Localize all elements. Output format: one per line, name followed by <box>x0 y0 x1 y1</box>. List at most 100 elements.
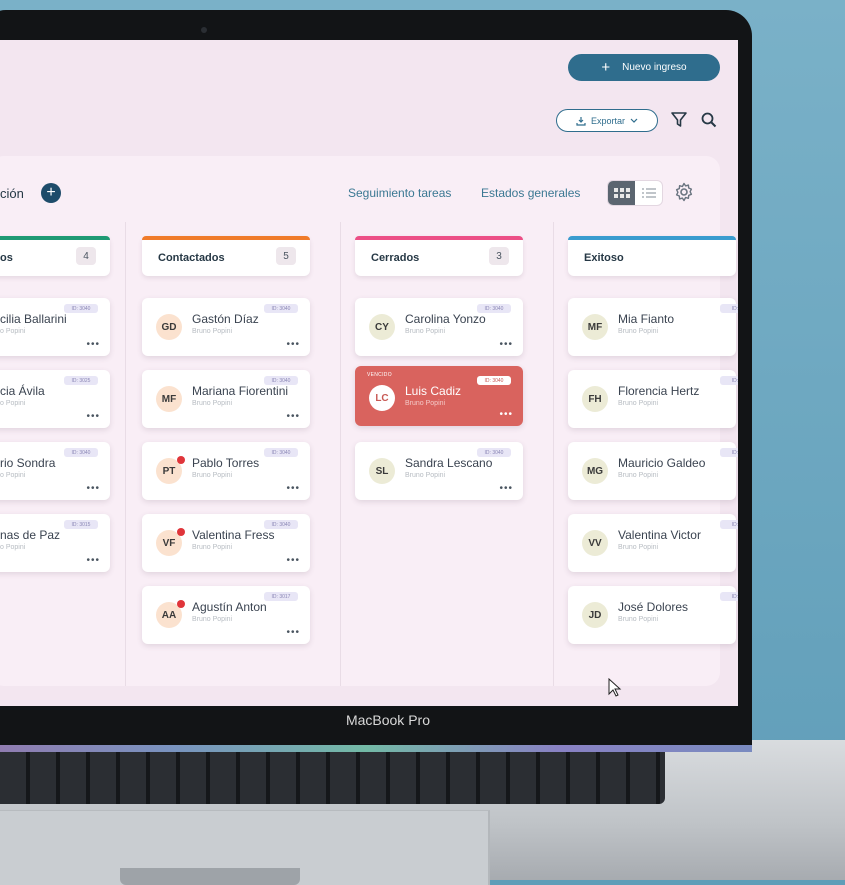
more-icon[interactable]: ••• <box>86 556 100 566</box>
column-title: os <box>0 252 13 264</box>
lead-owner: Bruno Popini <box>618 400 659 407</box>
lead-name: Carolina Yonzo <box>405 312 486 326</box>
lead-owner: Bruno Popini <box>618 616 659 623</box>
lead-owner: Bruno Popini <box>192 400 233 407</box>
board-view-button[interactable] <box>608 181 635 205</box>
new-entry-button[interactable]: + Nuevo ingreso <box>568 54 720 81</box>
column-color-bar <box>355 236 523 240</box>
lead-card[interactable]: ID: 3 VV Valentina Victor Bruno Popini <box>568 514 738 572</box>
lead-id-tag: ID: 3040 <box>477 376 511 385</box>
lead-card[interactable]: ID: 3015 nas de Paz o Popini ••• <box>0 514 110 572</box>
lead-card[interactable]: ID: 3040 SL Sandra Lescano Bruno Popini … <box>355 442 523 500</box>
avatar: CY <box>369 314 395 340</box>
lead-owner: o Popini <box>0 544 26 551</box>
search-icon[interactable] <box>700 110 718 130</box>
list-view-button[interactable] <box>635 181 662 205</box>
avatar: MF <box>582 314 608 340</box>
lead-id-tag: ID: 3 <box>720 448 738 457</box>
more-icon[interactable]: ••• <box>286 628 300 638</box>
column-header-3[interactable]: Exitoso <box>568 236 736 276</box>
download-icon <box>576 116 586 126</box>
more-icon[interactable]: ••• <box>499 410 513 420</box>
lead-owner: o Popini <box>0 328 26 335</box>
lead-card[interactable]: ID: 3040 VF Valentina Fress Bruno Popini… <box>142 514 310 572</box>
export-button[interactable]: Exportar <box>556 109 658 132</box>
lead-name: José Dolores <box>618 600 689 614</box>
lead-id-tag: ID: 3040 <box>64 448 98 457</box>
lead-id-tag: ID: 3 <box>720 592 738 601</box>
more-icon[interactable]: ••• <box>286 484 300 494</box>
lead-id-tag: ID: 3 <box>720 304 738 313</box>
lead-card[interactable]: ID: 3 FH Florencia Hertz Bruno Popini <box>568 370 738 428</box>
mouse-cursor-icon <box>608 678 622 697</box>
export-label: Exportar <box>590 115 625 126</box>
more-icon[interactable]: ••• <box>86 412 100 422</box>
lead-name: Agustín Anton <box>192 600 267 614</box>
lead-name: Valentina Victor <box>618 528 701 542</box>
filter-icon[interactable] <box>670 110 688 130</box>
lead-name: Luis Cadiz <box>405 384 462 398</box>
lead-owner: Bruno Popini <box>192 472 233 479</box>
tab-task-tracking[interactable]: Seguimiento tareas <box>348 186 451 200</box>
lead-name: Gastón Díaz <box>192 312 259 326</box>
camera-icon <box>201 27 207 33</box>
gear-icon[interactable] <box>674 182 694 202</box>
column-header-1[interactable]: Contactados 5 <box>142 236 310 276</box>
lead-card-overdue[interactable]: VENCIDO ID: 3040 LC Luis Cadiz Bruno Pop… <box>355 366 523 426</box>
add-column-button[interactable]: + <box>41 183 61 203</box>
column-count: 5 <box>276 247 296 265</box>
lead-card[interactable]: ID: 3040 MF Mariana Fiorentini Bruno Pop… <box>142 370 310 428</box>
lead-card[interactable]: ID: 3 MF Mia Fianto Bruno Popini <box>568 298 738 356</box>
lead-card[interactable]: ID: 3040 rio Sondra o Popini ••• <box>0 442 110 500</box>
column-divider <box>125 222 126 686</box>
avatar: JD <box>582 602 608 628</box>
lead-owner: Bruno Popini <box>618 472 659 479</box>
lead-name: Mauricio Galdeo <box>618 456 706 470</box>
lead-owner: Bruno Popini <box>618 544 659 551</box>
device-label: MacBook Pro <box>345 712 430 728</box>
column-title: Cerrados <box>371 252 420 264</box>
lead-card[interactable]: ID: 3 MG Mauricio Galdeo Bruno Popini <box>568 442 738 500</box>
column-title: Contactados <box>158 252 225 264</box>
more-icon[interactable]: ••• <box>86 340 100 350</box>
lead-card[interactable]: ID: 3 JD José Dolores Bruno Popini <box>568 586 738 644</box>
column-count: 4 <box>76 247 96 265</box>
more-icon[interactable]: ••• <box>286 340 300 350</box>
lead-owner: o Popini <box>0 472 26 479</box>
lead-card[interactable]: ID: 3017 AA Agustín Anton Bruno Popini •… <box>142 586 310 644</box>
avatar: SL <box>369 458 395 484</box>
more-icon[interactable]: ••• <box>286 556 300 566</box>
lead-name: cilia Ballarini <box>0 312 67 326</box>
more-icon[interactable]: ••• <box>286 412 300 422</box>
lead-name: nas de Paz <box>0 528 61 542</box>
column-header-2[interactable]: Cerrados 3 <box>355 236 523 276</box>
lead-card[interactable]: ID: 3025 cia Ávila o Popini ••• <box>0 370 110 428</box>
column-header-0[interactable]: os 4 <box>0 236 110 276</box>
lead-name: rio Sondra <box>0 456 56 470</box>
alert-dot <box>177 600 185 608</box>
avatar: MG <box>582 458 608 484</box>
alert-dot <box>177 528 185 536</box>
avatar: LC <box>369 385 395 411</box>
lead-card[interactable]: ID: 3040 GD Gastón Díaz Bruno Popini ••• <box>142 298 310 356</box>
lead-owner: Bruno Popini <box>405 400 446 407</box>
lead-id-tag: ID: 3040 <box>264 304 298 313</box>
laptop-notch <box>120 868 300 885</box>
lead-owner: Bruno Popini <box>192 544 233 551</box>
lead-name: Mariana Fiorentini <box>192 384 289 398</box>
more-icon[interactable]: ••• <box>499 484 513 494</box>
more-icon[interactable]: ••• <box>499 340 513 350</box>
column-title: Exitoso <box>584 252 624 264</box>
more-icon[interactable]: ••• <box>86 484 100 494</box>
lead-id-tag: ID: 3 <box>720 520 738 529</box>
new-entry-label: Nuevo ingreso <box>622 62 687 73</box>
tab-general-states[interactable]: Estados generales <box>481 186 580 200</box>
column-color-bar <box>0 236 110 240</box>
lead-card[interactable]: ID: 3040 PT Pablo Torres Bruno Popini ••… <box>142 442 310 500</box>
column-color-bar <box>142 236 310 240</box>
lead-owner: Bruno Popini <box>192 328 233 335</box>
lead-card[interactable]: ID: 3040 CY Carolina Yonzo Bruno Popini … <box>355 298 523 356</box>
lead-name: Valentina Fress <box>192 528 275 542</box>
lead-card[interactable]: ID: 3040 cilia Ballarini o Popini ••• <box>0 298 110 356</box>
avatar: MF <box>156 386 182 412</box>
